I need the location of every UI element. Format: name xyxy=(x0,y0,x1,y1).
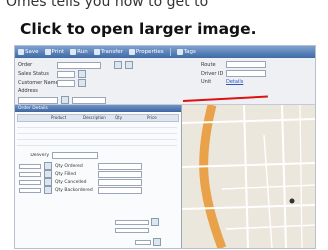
address-extra-field[interactable] xyxy=(72,96,106,104)
delivery-field[interactable] xyxy=(52,152,98,159)
route-field[interactable] xyxy=(226,61,266,68)
form-row-address-value xyxy=(18,96,106,104)
toolbar-tags-button[interactable]: Tags xyxy=(176,48,196,56)
total-1-button[interactable] xyxy=(151,218,159,226)
qty-cancelled-field[interactable] xyxy=(19,179,41,185)
stat-row-ordered: Qty Ordered xyxy=(19,162,142,170)
total-3-value[interactable] xyxy=(135,239,151,245)
map-location-marker[interactable] xyxy=(289,198,295,204)
app-toolbar: Save Print Run Transfer Properties Tags xyxy=(15,46,315,58)
delivery-row: Delivery xyxy=(17,152,98,159)
status-dropdown-button[interactable] xyxy=(78,70,86,78)
form-row-route: Route xyxy=(201,61,266,68)
app-screenshot-thumbnail[interactable]: Save Print Run Transfer Properties Tags … xyxy=(14,45,316,249)
form-row-address: Address xyxy=(18,88,38,94)
total-1-value[interactable] xyxy=(115,219,149,225)
order-panel: Product Description Qty Price Delivery Q… xyxy=(15,112,181,248)
run-icon xyxy=(70,49,77,55)
header-form: Order Sales Status Customer Name Address xyxy=(15,58,315,105)
page: Omes tells you how to get to Click to op… xyxy=(0,0,328,250)
print-icon xyxy=(44,49,51,55)
qty-filled-button[interactable] xyxy=(44,170,52,178)
toolbar-transfer-button[interactable]: Transfer xyxy=(93,48,123,56)
customer-lookup-button[interactable] xyxy=(78,79,86,87)
qty-cancelled-note[interactable] xyxy=(98,178,142,186)
properties-icon xyxy=(128,49,135,55)
qty-filled-note[interactable] xyxy=(98,170,142,178)
address-field[interactable] xyxy=(18,96,58,104)
address-lookup-button[interactable] xyxy=(61,96,69,104)
qty-backordered-note[interactable] xyxy=(98,186,142,194)
qty-cancelled-button[interactable] xyxy=(44,178,52,186)
qty-filled-field[interactable] xyxy=(19,171,41,177)
form-row-order: Order xyxy=(18,61,133,69)
qty-ordered-note[interactable] xyxy=(98,162,142,170)
intro-text-label: Omes tells you how to get to xyxy=(6,0,209,10)
order-calendar-button[interactable] xyxy=(125,61,133,69)
customer-field[interactable] xyxy=(57,79,75,87)
toolbar-save-button[interactable]: Save xyxy=(18,48,39,56)
toolbar-run-button[interactable]: Run xyxy=(70,48,88,56)
total-field-3 xyxy=(135,238,161,246)
enlarge-link[interactable]: Click to open larger image. xyxy=(20,20,257,38)
toolbar-properties-button[interactable]: Properties xyxy=(128,48,164,56)
form-row-customer: Customer Name xyxy=(18,79,86,87)
map-canvas[interactable] xyxy=(182,105,316,248)
toolbar-divider xyxy=(169,48,171,56)
order-lookup-button[interactable] xyxy=(114,61,122,69)
table-row[interactable] xyxy=(17,140,177,146)
panel-title-bar: Order Details xyxy=(15,105,181,112)
order-grid-header: Product Description Qty Price xyxy=(17,114,179,122)
form-row-status: Sales Status xyxy=(18,70,86,78)
qty-backordered-field[interactable] xyxy=(19,187,41,193)
stat-row-cancelled: Qty Cancelled xyxy=(19,178,142,186)
form-row-driver: Driver ID xyxy=(201,70,266,77)
stat-row-filled: Qty Filled xyxy=(19,170,142,178)
form-row-unit: Unit Details xyxy=(201,79,244,85)
route-map[interactable] xyxy=(181,105,316,248)
intro-text: Omes tells you how to get to xyxy=(0,0,328,14)
qty-backordered-button[interactable] xyxy=(44,186,52,194)
total-2-value[interactable] xyxy=(115,228,149,233)
transfer-icon xyxy=(93,49,100,55)
enlarge-banner[interactable]: Click to open larger image. xyxy=(0,15,328,45)
stat-row-backordered: Qty Backordered xyxy=(19,186,142,194)
order-field[interactable] xyxy=(57,61,101,69)
tag-icon xyxy=(176,49,183,55)
qty-ordered-button[interactable] xyxy=(44,162,52,170)
status-field[interactable] xyxy=(57,70,75,78)
qty-ordered-field[interactable] xyxy=(19,163,41,169)
save-icon xyxy=(18,49,24,55)
total-3-button[interactable] xyxy=(153,238,161,246)
driver-field[interactable] xyxy=(226,70,266,77)
details-link[interactable]: Details xyxy=(226,79,243,85)
total-field-2 xyxy=(115,228,149,233)
toolbar-print-button[interactable]: Print xyxy=(44,48,64,56)
total-field-1 xyxy=(115,218,159,226)
